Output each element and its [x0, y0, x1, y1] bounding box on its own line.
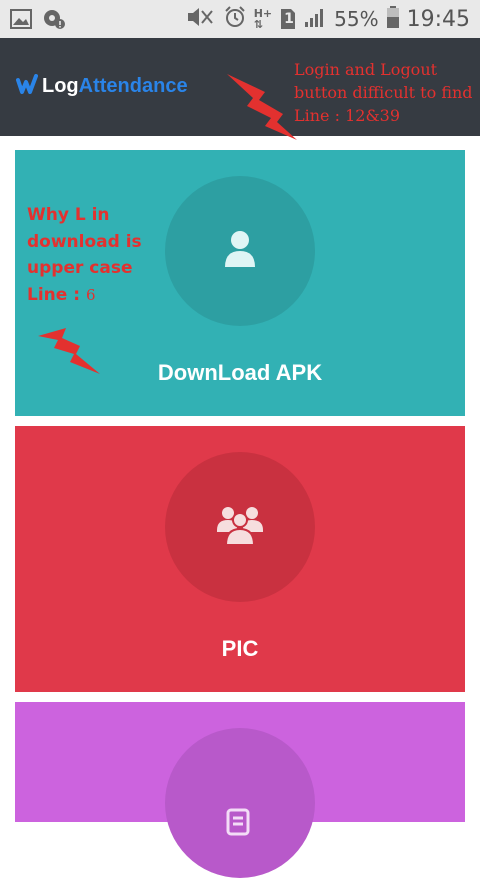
group-icon — [216, 504, 264, 551]
sim-icon: 1 — [280, 8, 296, 30]
logo-icon — [16, 74, 38, 99]
network-icon: H+ ⇅ — [253, 7, 273, 31]
brand-name-log: Log — [42, 75, 79, 97]
card-annotation-line-number: 6 — [86, 285, 96, 304]
lightning-bolt-arrow — [227, 74, 297, 140]
user-icon — [223, 230, 257, 273]
pic-card[interactable]: PIC — [15, 426, 465, 692]
settings-notification-icon — [42, 8, 66, 35]
image-icon — [10, 9, 32, 34]
battery-icon — [386, 5, 399, 33]
document-icon — [225, 806, 255, 841]
alarm-icon — [224, 5, 246, 33]
third-card-icon-circle — [165, 728, 315, 878]
download-apk-icon-circle — [165, 176, 315, 326]
card-annotation: Why L in download is upper case Line :6 — [27, 202, 157, 308]
third-card[interactable] — [15, 702, 465, 878]
status-bar: H+ ⇅ 1 55% 19:45 — [0, 0, 480, 38]
pic-icon-circle — [165, 452, 315, 602]
brand-logo[interactable]: Log Attendance — [16, 74, 188, 99]
card-annotation-text: Why L in download is upper case Line : — [27, 205, 142, 305]
clock-time: 19:45 — [406, 6, 470, 32]
lightning-bolt-arrow-small — [38, 328, 100, 374]
mute-icon — [186, 6, 216, 33]
brand-name-attendance: Attendance — [78, 75, 188, 97]
signal-icon — [304, 6, 326, 33]
header-annotation: Login and Logout button difficult to fin… — [294, 60, 473, 125]
pic-label: PIC — [221, 636, 259, 661]
battery-percent: 55% — [334, 7, 379, 31]
